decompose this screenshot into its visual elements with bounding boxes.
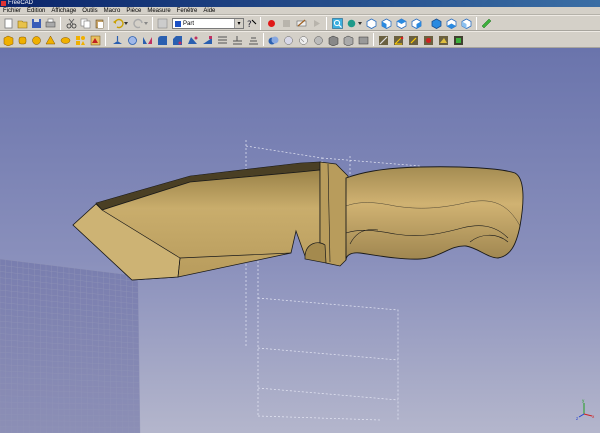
toolbar-separator <box>108 17 109 30</box>
part-cross-sections-icon[interactable] <box>248 35 259 46</box>
view-right-icon[interactable] <box>411 18 422 29</box>
measure-angular-icon[interactable] <box>393 35 404 46</box>
chevron-down-icon[interactable] <box>124 21 128 27</box>
svg-text:?: ? <box>247 20 252 29</box>
part-cone-icon[interactable] <box>45 35 56 46</box>
knife-handle[interactable] <box>345 166 524 261</box>
macro-edit-icon[interactable] <box>296 18 307 29</box>
part-shell-icon[interactable] <box>328 35 339 46</box>
refresh-icon[interactable] <box>157 18 168 29</box>
toolbar-separator <box>105 33 106 46</box>
view-bottom-icon[interactable] <box>446 18 457 29</box>
part-ruled-surface-icon[interactable] <box>187 35 198 46</box>
svg-text:x: x <box>592 414 595 419</box>
part-fillet-icon[interactable] <box>157 35 168 46</box>
view-left-icon[interactable] <box>461 18 472 29</box>
view-rear-icon[interactable] <box>431 18 442 29</box>
part-fuse-icon[interactable] <box>298 35 309 46</box>
part-sweep-icon[interactable] <box>217 35 228 46</box>
chevron-down-icon[interactable] <box>144 21 148 27</box>
print-icon[interactable] <box>45 18 56 29</box>
toolbar-separator <box>152 17 153 30</box>
part-mirror-icon[interactable] <box>142 35 153 46</box>
menu-measure[interactable]: Measure <box>144 7 173 14</box>
part-shape-builder-icon[interactable] <box>90 35 101 46</box>
part-section-icon[interactable] <box>232 35 243 46</box>
menu-outils[interactable]: Outils <box>79 7 100 14</box>
workbench-dropdown[interactable]: Part ▾ <box>172 18 244 29</box>
part-revolve-icon[interactable] <box>127 35 138 46</box>
svg-text:y: y <box>582 398 585 403</box>
window-title: FreeCAD <box>8 0 34 6</box>
part-common-icon[interactable] <box>313 35 324 46</box>
new-icon[interactable] <box>3 18 14 29</box>
part-cylinder-icon[interactable] <box>17 35 28 46</box>
fit-all-icon[interactable] <box>332 18 343 29</box>
toolbar-separator <box>60 17 61 30</box>
toolbar-separator <box>373 33 374 46</box>
menu-piece[interactable]: Pièce <box>123 7 144 14</box>
main-toolbar: Part ▾ ? <box>0 15 600 31</box>
measure-linear-icon[interactable] <box>378 35 389 46</box>
measure-toggle-3d-icon[interactable] <box>438 35 449 46</box>
part-offset-icon[interactable] <box>343 35 354 46</box>
part-box-icon[interactable] <box>3 35 14 46</box>
paste-icon[interactable] <box>94 18 105 29</box>
measure-clear-icon[interactable] <box>423 35 434 46</box>
macro-stop-icon[interactable] <box>281 18 292 29</box>
title-bar: FreeCAD <box>0 0 600 7</box>
knife-model[interactable] <box>72 161 524 281</box>
freecad-app-icon <box>1 1 6 6</box>
part-cut-icon[interactable] <box>283 35 294 46</box>
chevron-down-icon[interactable] <box>358 21 362 27</box>
part-loft-icon[interactable] <box>202 35 213 46</box>
undo-icon[interactable] <box>113 18 124 29</box>
3d-scene[interactable]: y x z <box>0 48 600 433</box>
open-icon[interactable] <box>17 18 28 29</box>
part-chamfer-icon[interactable] <box>172 35 183 46</box>
toolbar-separator <box>326 17 327 30</box>
3d-viewport[interactable]: y x z <box>0 48 600 433</box>
toolbar-separator <box>263 33 264 46</box>
axis-cross-icon: y x z <box>576 398 595 421</box>
part-torus-icon[interactable] <box>60 35 71 46</box>
menu-edition[interactable]: Édition <box>24 7 48 14</box>
menu-macro[interactable]: Macro <box>101 7 124 14</box>
svg-text:z: z <box>576 416 578 421</box>
measure-icon[interactable] <box>481 18 492 29</box>
workbench-selected-label: Part <box>183 21 195 27</box>
view-front-icon[interactable] <box>381 18 392 29</box>
macro-run-icon[interactable] <box>311 18 322 29</box>
part-workbench-icon <box>175 21 181 27</box>
part-boolean-icon[interactable] <box>268 35 279 46</box>
measure-toggle-delta-icon[interactable] <box>453 35 464 46</box>
redo-icon[interactable] <box>133 18 144 29</box>
draw-style-icon[interactable] <box>346 18 357 29</box>
macro-record-icon[interactable] <box>266 18 277 29</box>
part-primitives-icon[interactable] <box>75 35 86 46</box>
part-thickness-icon[interactable] <box>358 35 369 46</box>
toolbar-separator <box>476 17 477 30</box>
view-isometric-icon[interactable] <box>366 18 377 29</box>
menu-affichage[interactable]: Affichage <box>48 7 79 14</box>
view-top-icon[interactable] <box>396 18 407 29</box>
part-toolbar <box>0 31 600 48</box>
measure-refresh-icon[interactable] <box>408 35 419 46</box>
menu-fenetre[interactable]: Fenêtre <box>174 7 201 14</box>
whatsthis-icon[interactable]: ? <box>246 18 257 29</box>
copy-icon[interactable] <box>80 18 91 29</box>
chevron-down-icon[interactable]: ▾ <box>234 19 243 28</box>
cut-icon[interactable] <box>66 18 77 29</box>
grid-plane <box>0 258 141 433</box>
save-icon[interactable] <box>31 18 42 29</box>
part-extrude-icon[interactable] <box>112 35 123 46</box>
menu-fichier[interactable]: Fichier <box>0 7 24 14</box>
menu-bar: Fichier Édition Affichage Outils Macro P… <box>0 7 600 15</box>
part-sphere-icon[interactable] <box>31 35 42 46</box>
menu-aide[interactable]: Aide <box>200 7 218 14</box>
toolbar-separator <box>260 17 261 30</box>
